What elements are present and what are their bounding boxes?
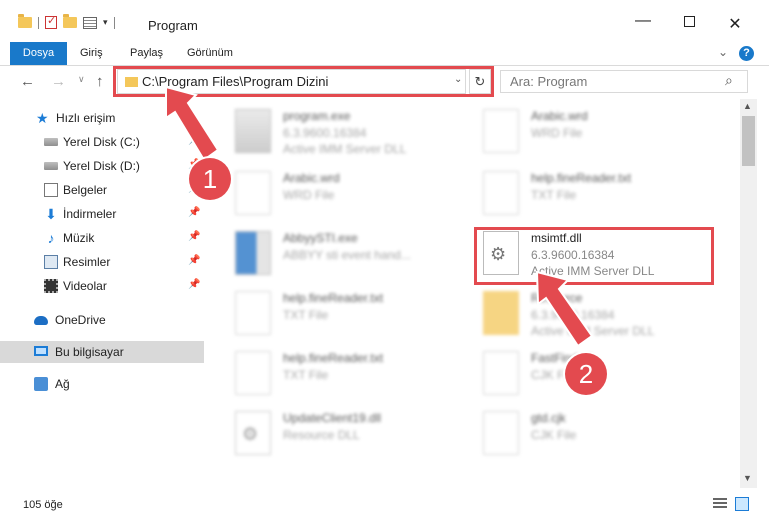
annotation-arrow-1 [165, 85, 594, 348]
annotation-badge-1: 1 [189, 158, 231, 200]
arrow-2-shape [535, 270, 594, 348]
annotation-badge-2: 2 [565, 353, 607, 395]
arrow-1-shape [165, 85, 220, 162]
